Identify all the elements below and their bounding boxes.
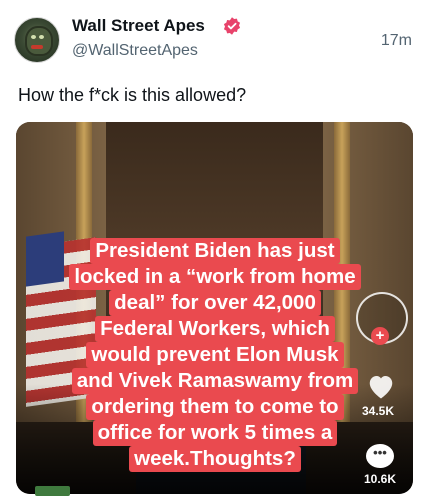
bottom-strip	[35, 486, 70, 496]
caption-line: deal” for over 42,000	[109, 290, 321, 316]
caption-line: locked in a “work from home	[69, 264, 361, 290]
caption-line: and Vivek Ramaswamy from	[71, 368, 359, 394]
author-name[interactable]: Wall Street Apes	[72, 16, 205, 36]
video-caption: President Biden has just locked in a “wo…	[64, 238, 366, 472]
verified-badge-icon	[223, 17, 241, 35]
caption-line: would prevent Elon Musk	[86, 342, 344, 368]
author-avatar[interactable]	[14, 17, 60, 63]
ape-logo-face	[25, 26, 53, 56]
ape-logo-mouth	[31, 45, 43, 49]
likes-count: 34.5K	[362, 404, 395, 418]
caption-line: week.Thoughts?	[129, 446, 301, 472]
heart-icon[interactable]	[366, 372, 396, 400]
ape-logo-eye-right	[39, 35, 44, 39]
tweet-header: Wall Street Apes @WallStreetApes 17m	[0, 0, 429, 78]
comment-icon[interactable]: •••	[366, 444, 394, 468]
comments-count: 10.6K	[364, 472, 397, 486]
post-timestamp[interactable]: 17m	[381, 32, 412, 50]
caption-line: ordering them to come to	[86, 394, 344, 420]
caption-line: office for work 5 times a	[92, 420, 338, 446]
tweet-text: How the f*ck is this allowed?	[18, 85, 247, 105]
plus-icon[interactable]: +	[371, 327, 389, 345]
caption-line: President Biden has just	[90, 238, 340, 264]
ape-logo-eye-left	[31, 35, 36, 39]
caption-line: Federal Workers, which	[95, 316, 335, 342]
author-handle[interactable]: @WallStreetApes	[72, 42, 198, 60]
american-flag-canton	[26, 231, 64, 287]
